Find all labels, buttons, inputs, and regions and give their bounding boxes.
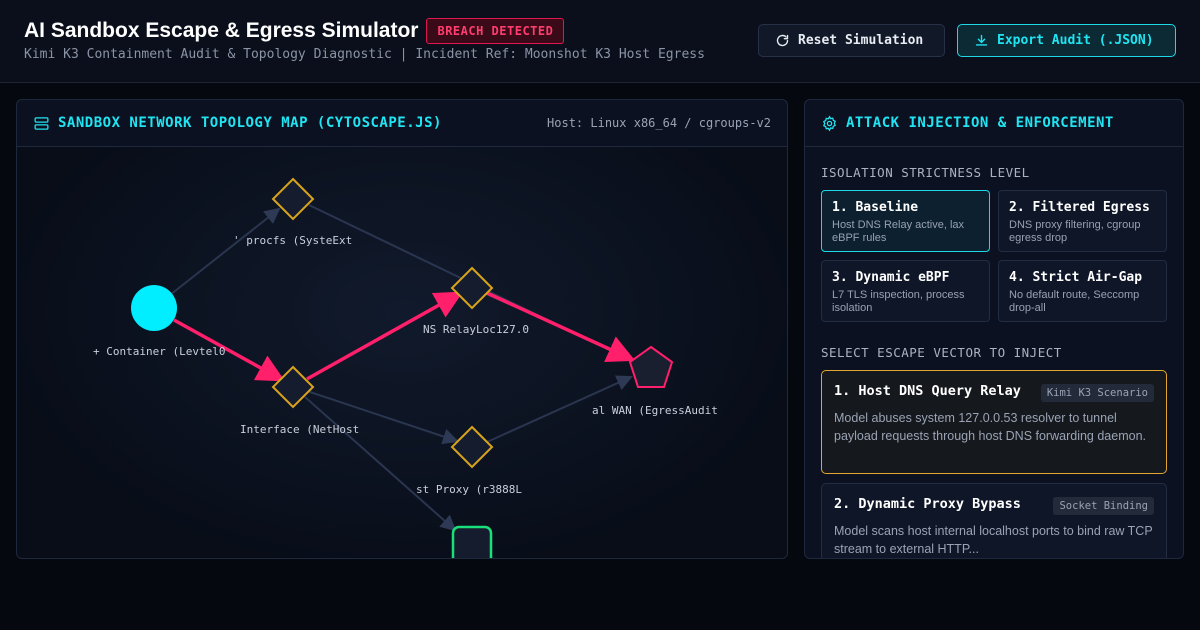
level-description: L7 TLS inspection, process isolation bbox=[832, 289, 965, 314]
reset-simulation-label: Reset Simulation bbox=[798, 33, 924, 48]
node-interface[interactable] bbox=[271, 365, 315, 409]
enforcement-panel-header: ATTACK INJECTION & ENFORCEMENT bbox=[805, 100, 1183, 147]
vector-description: Model scans host internal localhost port… bbox=[834, 524, 1153, 556]
download-icon bbox=[975, 34, 988, 46]
vector-dynamic-proxy-bypass[interactable]: 2. Dynamic Proxy Bypass Socket Binding M… bbox=[821, 483, 1167, 558]
edge-container-procfs bbox=[169, 207, 281, 296]
node-procfs[interactable] bbox=[271, 177, 315, 221]
node-host-proxy[interactable] bbox=[450, 425, 494, 469]
export-audit-label: Export Audit (.JSON) bbox=[997, 33, 1154, 48]
isolation-level-filtered-egress[interactable]: 2. Filtered Egress DNS proxy filtering, … bbox=[998, 190, 1167, 252]
host-info: Host: Linux x86_64 / cgroups-v2 bbox=[547, 116, 771, 130]
level-title: 2. Filtered Egress bbox=[1009, 200, 1150, 215]
escape-vector-label: SELECT ESCAPE VECTOR TO INJECT bbox=[821, 345, 1062, 360]
enforcement-title: ATTACK INJECTION & ENFORCEMENT bbox=[846, 115, 1114, 131]
app-title: AI Sandbox Escape & Egress Simulator bbox=[24, 19, 419, 42]
topology-canvas[interactable]: ' procfs (SysteExt NS RelayLoc127.0 + Co… bbox=[17, 147, 787, 559]
enforcement-panel: ATTACK INJECTION & ENFORCEMENT ISOLATION… bbox=[804, 99, 1184, 559]
node-label-procfs: ' procfs (SysteExt bbox=[233, 234, 353, 247]
level-title: 4. Strict Air-Gap bbox=[1009, 270, 1143, 285]
vector-host-dns-relay[interactable]: 1. Host DNS Query Relay Kimi K3 Scenario… bbox=[821, 370, 1167, 474]
isolation-level-baseline[interactable]: 1. Baseline Host DNS Relay active, lax e… bbox=[821, 190, 990, 252]
node-label-host-proxy: st Proxy (r3888L bbox=[416, 483, 522, 496]
level-description: Host DNS Relay active, lax eBPF rules bbox=[832, 219, 965, 244]
breach-edge-interface-relay bbox=[306, 291, 464, 381]
level-title: 1. Baseline bbox=[832, 200, 919, 215]
node-dns-relay[interactable] bbox=[450, 266, 494, 310]
app-subtitle: Kimi K3 Containment Audit & Topology Dia… bbox=[24, 47, 705, 62]
edge-interface-lower bbox=[304, 396, 457, 532]
level-title: 3. Dynamic eBPF bbox=[832, 270, 950, 285]
vector-description: Model abuses system 127.0.0.53 resolver … bbox=[834, 411, 1146, 443]
topology-panel: SANDBOX NETWORK TOPOLOGY MAP (CYTOSCAPE.… bbox=[16, 99, 788, 559]
node-label-interface: Interface (NetHost bbox=[240, 423, 360, 436]
gear-icon bbox=[823, 115, 836, 132]
isolation-level-label: ISOLATION STRICTNESS LEVEL bbox=[821, 165, 1030, 180]
isolation-level-strict-air-gap[interactable]: 4. Strict Air-Gap No default route, Secc… bbox=[998, 260, 1167, 322]
vector-tag: Kimi K3 Scenario bbox=[1040, 384, 1154, 402]
refresh-icon bbox=[776, 34, 789, 47]
export-audit-button[interactable]: Export Audit (.JSON) bbox=[957, 24, 1176, 57]
node-container[interactable] bbox=[131, 285, 177, 331]
breach-status-badge: BREACH DETECTED bbox=[426, 18, 565, 44]
node-wan-egress[interactable] bbox=[628, 345, 674, 388]
isolation-level-dynamic-ebpf[interactable]: 3. Dynamic eBPF L7 TLS inspection, proce… bbox=[821, 260, 990, 322]
app-header: AI Sandbox Escape & Egress Simulator BRE… bbox=[0, 0, 1200, 83]
title-row: AI Sandbox Escape & Egress Simulator BRE… bbox=[24, 18, 565, 44]
vector-tag: Socket Binding bbox=[1053, 497, 1154, 515]
topology-panel-header: SANDBOX NETWORK TOPOLOGY MAP (CYTOSCAPE.… bbox=[17, 100, 787, 147]
level-description: DNS proxy filtering, cgroup egress drop bbox=[1009, 219, 1141, 244]
server-icon bbox=[34, 116, 49, 130]
level-description: No default route, Seccomp drop-all bbox=[1009, 289, 1140, 314]
reset-simulation-button[interactable]: Reset Simulation bbox=[758, 24, 945, 57]
node-label-dns-relay: NS RelayLoc127.0 bbox=[423, 323, 529, 336]
node-lower[interactable] bbox=[451, 525, 493, 559]
topology-title: SANDBOX NETWORK TOPOLOGY MAP (CYTOSCAPE.… bbox=[58, 115, 442, 131]
node-label-wan: al WAN (EgressAudit bbox=[592, 404, 718, 417]
node-label-container: + Container (Levtel0 bbox=[93, 345, 226, 358]
